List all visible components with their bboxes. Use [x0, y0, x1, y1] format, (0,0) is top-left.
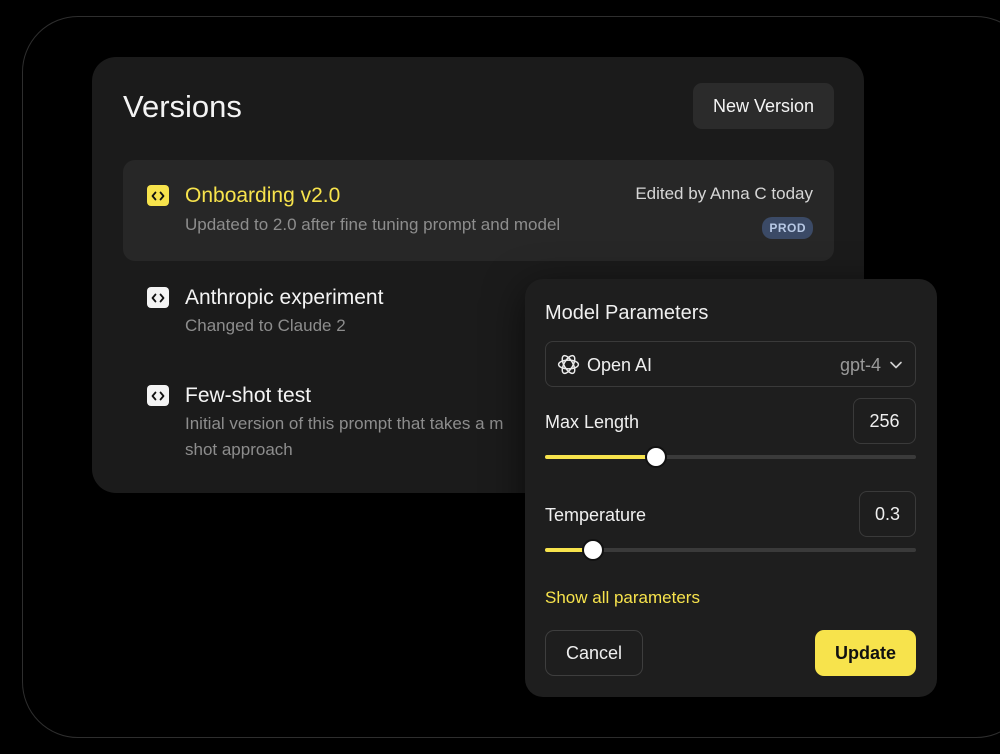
code-icon	[147, 287, 169, 308]
temperature-input[interactable]: 0.3	[859, 491, 916, 537]
page-title: Versions	[123, 89, 242, 124]
version-name: Few-shot test	[185, 384, 312, 407]
slider-fill	[545, 455, 657, 459]
update-button[interactable]: Update	[815, 630, 916, 676]
model-parameters-panel: Model Parameters Open AI gpt-4 Max Lengt…	[525, 279, 937, 697]
code-icon	[147, 385, 169, 406]
version-description: Updated to 2.0 after fine tuning prompt …	[185, 215, 561, 234]
slider-thumb[interactable]	[582, 539, 605, 561]
code-icon	[147, 185, 169, 206]
temperature-label: Temperature	[545, 505, 647, 525]
slider-thumb[interactable]	[645, 446, 668, 468]
chevron-down-icon	[890, 361, 902, 369]
openai-logo-icon	[557, 354, 580, 375]
version-name: Anthropic experiment	[185, 286, 384, 309]
temperature-slider[interactable]	[545, 539, 916, 561]
model-name: gpt-4	[839, 355, 881, 375]
version-item-onboarding[interactable]: Onboarding v2.0 Updated to 2.0 after fin…	[123, 160, 834, 261]
provider-model-select[interactable]: Open AI gpt-4	[545, 341, 916, 387]
version-name: Onboarding v2.0	[185, 184, 341, 207]
show-all-parameters-link[interactable]: Show all parameters	[545, 588, 700, 608]
provider-name: Open AI	[587, 355, 653, 375]
panel-title: Model Parameters	[545, 302, 709, 324]
status-badge: PROD	[762, 217, 813, 239]
max-length-label: Max Length	[545, 412, 640, 432]
edited-by-text: Edited by Anna C today	[635, 184, 813, 203]
new-version-button[interactable]: New Version	[693, 83, 834, 129]
max-length-slider[interactable]	[545, 446, 916, 468]
max-length-input[interactable]: 256	[853, 398, 916, 444]
cancel-button[interactable]: Cancel	[545, 630, 643, 676]
